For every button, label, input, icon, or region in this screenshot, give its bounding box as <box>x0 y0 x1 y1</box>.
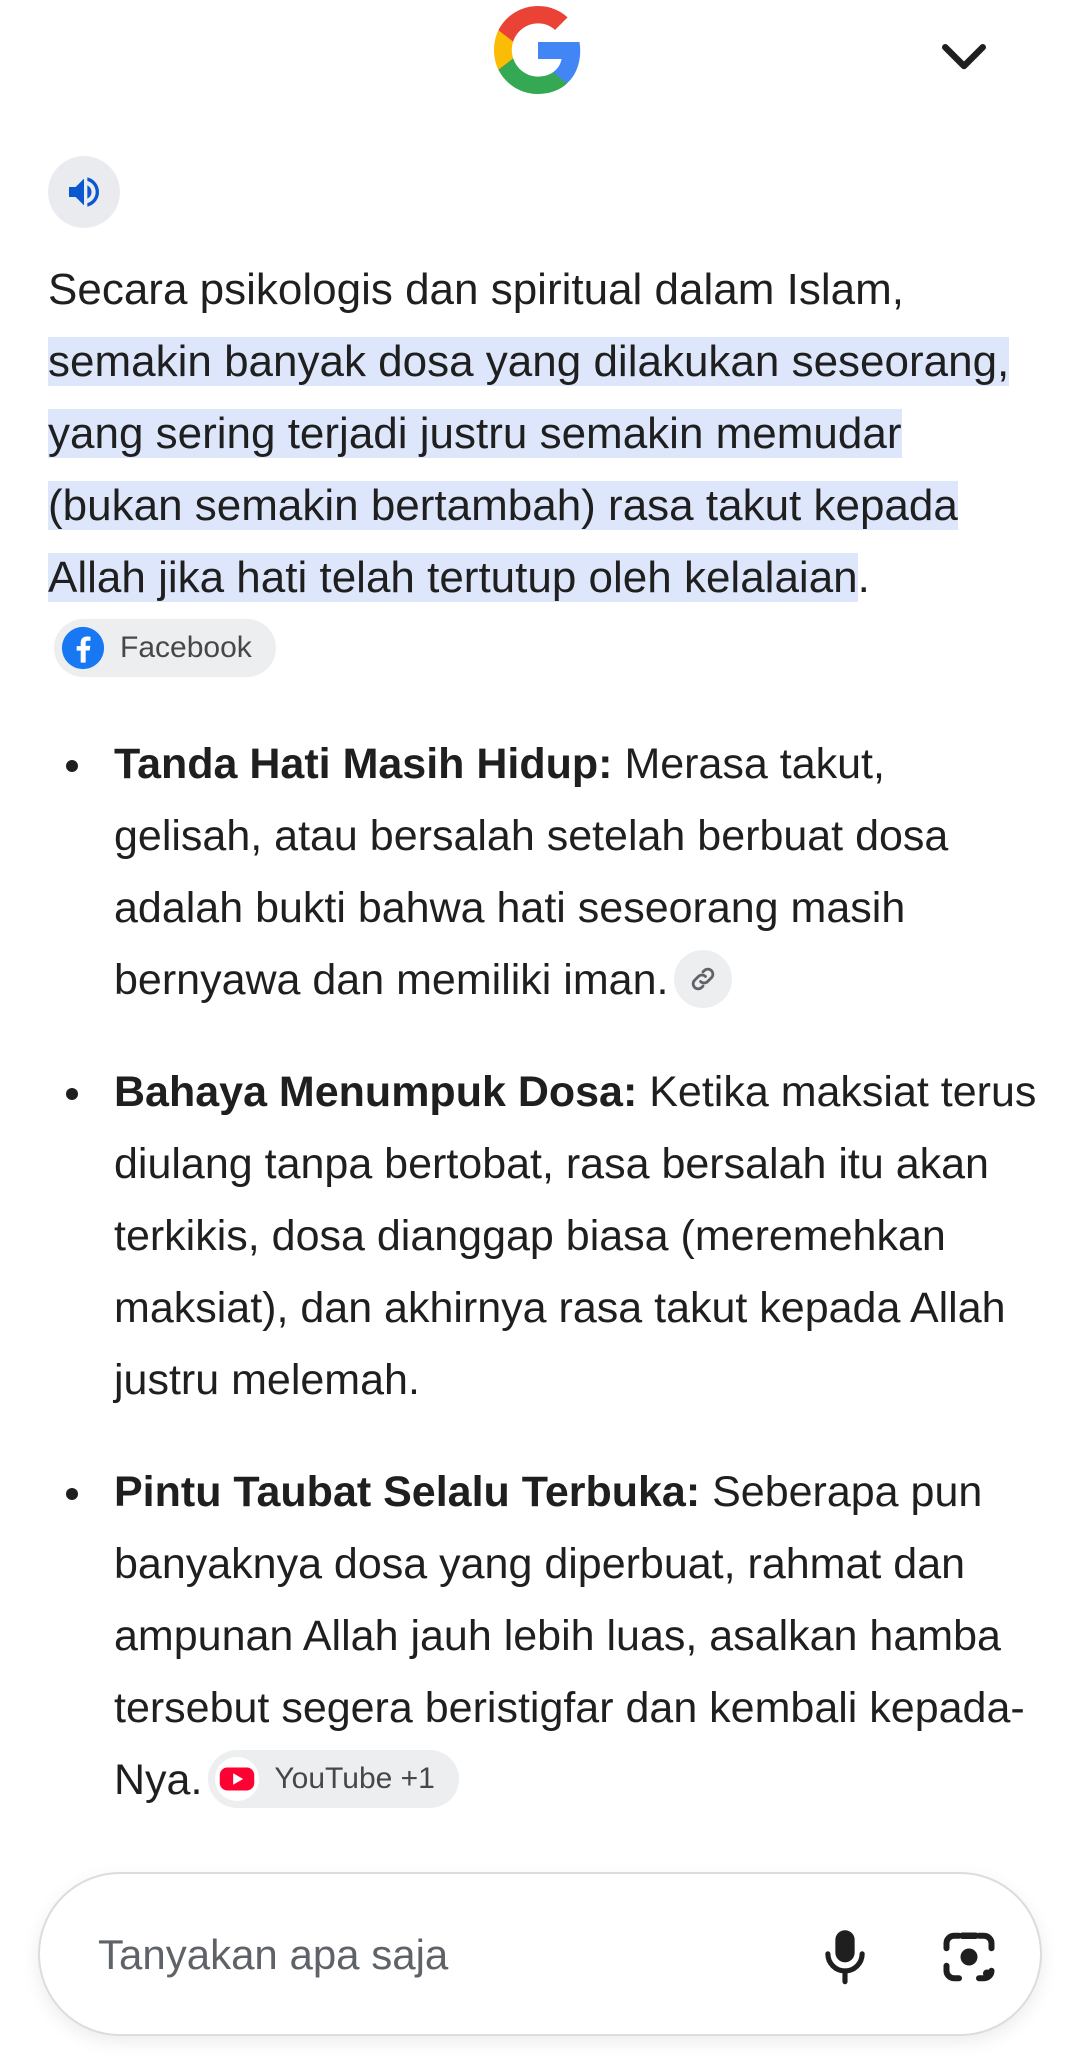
header <box>0 0 1080 120</box>
answer-bullet-list: Tanda Hati Masih Hidup: Merasa takut, ge… <box>48 728 1038 1816</box>
source-chip-label: YouTube +1 <box>274 1761 435 1795</box>
chevron-down-icon[interactable] <box>934 26 994 86</box>
list-item: Tanda Hati Masih Hidup: Merasa takut, ge… <box>48 728 1038 1016</box>
bullet-title: Pintu Taubat Selalu Terbuka: <box>114 1468 701 1516</box>
google-lens-button[interactable] <box>934 1922 1004 1992</box>
youtube-icon <box>215 1756 260 1801</box>
camera-lens-icon <box>943 1932 995 1982</box>
intro-plain-text: Secara psikologis dan spiritual dalam Is… <box>48 265 904 314</box>
bullet-text: Ketika maksiat terus diulang tanpa berto… <box>114 1068 1037 1404</box>
ai-answer-screen: Secara psikologis dan spiritual dalam Is… <box>0 0 1080 2072</box>
answer-content: Secara psikologis dan spiritual dalam Is… <box>48 254 1038 1816</box>
voice-search-button[interactable] <box>810 1922 880 1992</box>
link-icon <box>692 967 715 990</box>
speaker-volume-icon <box>69 177 99 207</box>
facebook-icon <box>61 627 105 670</box>
bullet-title: Tanda Hati Masih Hidup: <box>114 740 613 788</box>
source-chip-label: Facebook <box>120 631 252 665</box>
read-aloud-button[interactable] <box>48 156 120 228</box>
google-g-icon[interactable] <box>490 2 586 98</box>
ask-input[interactable] <box>98 1920 738 1990</box>
source-chip-facebook[interactable]: Facebook <box>54 619 276 678</box>
list-item: Bahaya Menumpuk Dosa: Ketika maksiat ter… <box>48 1056 1038 1416</box>
ask-bar <box>38 1872 1042 2036</box>
list-item: Pintu Taubat Selalu Terbuka: Seberapa pu… <box>48 1456 1038 1816</box>
answer-intro: Secara psikologis dan spiritual dalam Is… <box>48 254 1038 686</box>
bullet-title: Bahaya Menumpuk Dosa: <box>114 1068 638 1116</box>
intro-end-text: . <box>857 553 870 602</box>
source-link-chip[interactable] <box>674 949 733 1008</box>
microphone-icon <box>825 1930 865 1985</box>
source-chip-youtube[interactable]: YouTube +1 <box>208 1749 459 1808</box>
